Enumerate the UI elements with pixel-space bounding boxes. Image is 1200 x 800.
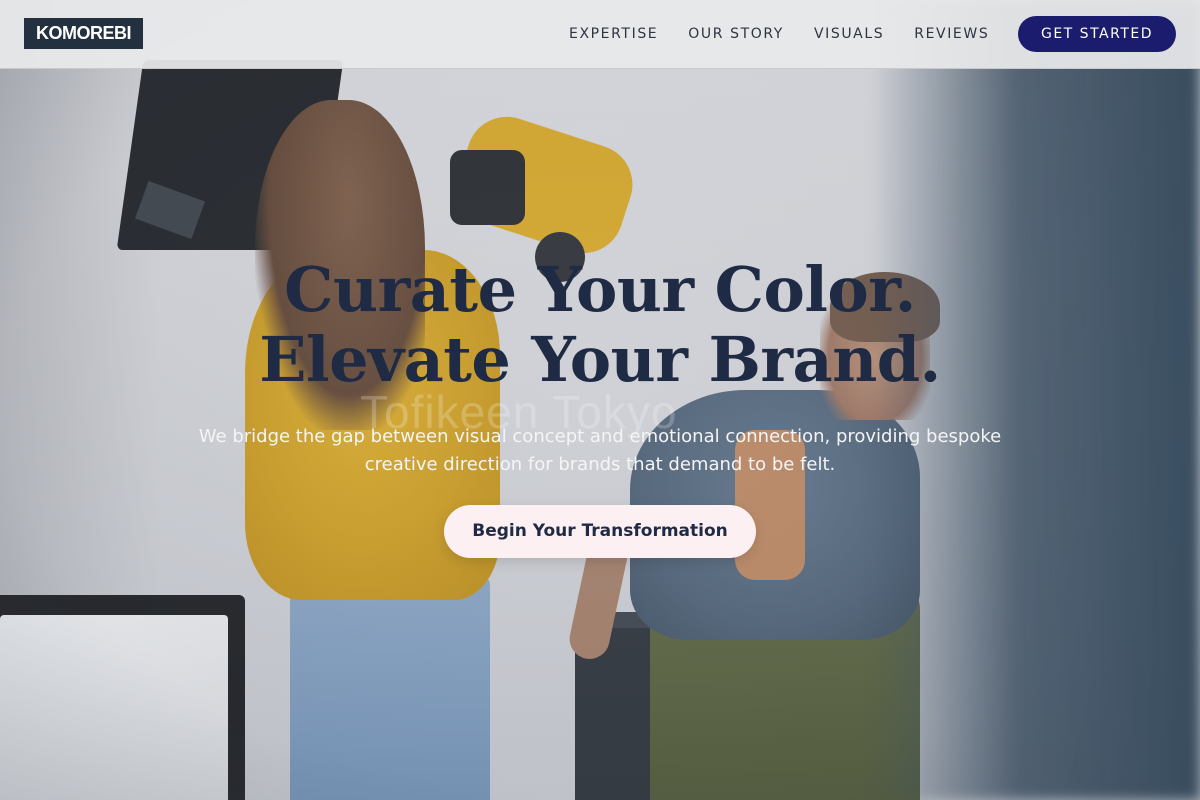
brand-logo[interactable]: KOMOREBI (24, 18, 143, 49)
nav-link-visuals[interactable]: VISUALS (814, 24, 884, 44)
hero-headline-line1: Curate Your Color. (284, 253, 916, 326)
begin-transformation-button[interactable]: Begin Your Transformation (444, 505, 756, 558)
nav-link-expertise[interactable]: EXPERTISE (569, 24, 658, 44)
site-header: KOMOREBI EXPERTISE OUR STORY VISUALS REV… (0, 0, 1200, 69)
main-nav: EXPERTISE OUR STORY VISUALS REVIEWS (569, 24, 989, 44)
nav-link-our-story[interactable]: OUR STORY (688, 24, 784, 44)
get-started-button[interactable]: GET STARTED (1018, 16, 1176, 52)
hero-headline: Curate Your Color. Elevate Your Brand. (0, 255, 1200, 395)
hero-subcopy: We bridge the gap between visual concept… (198, 426, 1002, 475)
nav-link-reviews[interactable]: REVIEWS (914, 24, 989, 44)
